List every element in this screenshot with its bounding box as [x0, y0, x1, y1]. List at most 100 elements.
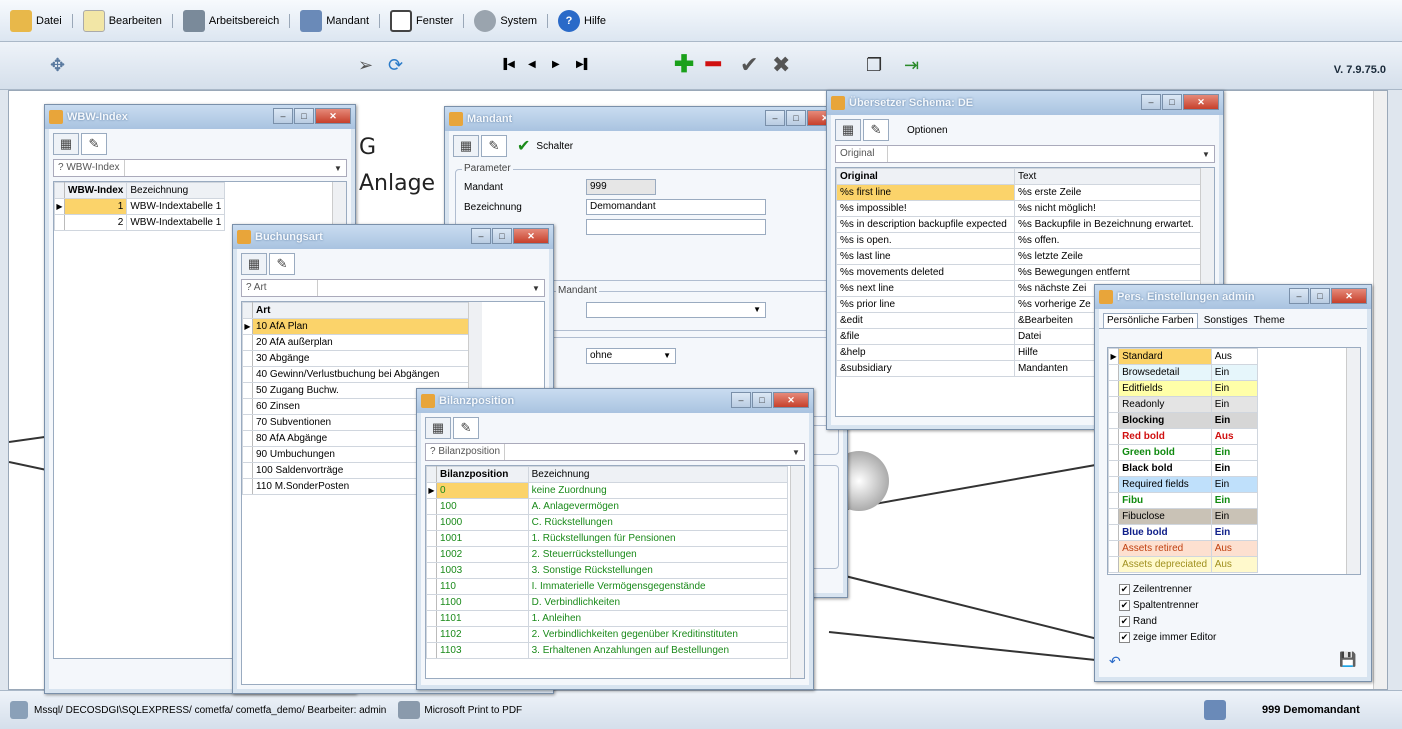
table-cell[interactable]: 1. Anleihen	[527, 610, 789, 627]
zeige-editor-checkbox[interactable]: ✔ zeige immer Editor	[1119, 629, 1216, 645]
close-button[interactable]: ✕	[315, 108, 351, 124]
table-cell[interactable]: Ein	[1210, 380, 1259, 397]
table-cell[interactable]: 10 AfA Plan	[252, 318, 472, 335]
column-header[interactable]: Bezeichnung	[126, 182, 226, 199]
undo-icon[interactable]: ↶	[1109, 653, 1121, 670]
column-header[interactable]: Text	[1013, 168, 1203, 185]
table-cell[interactable]: 3. Sonstige Rückstellungen	[527, 562, 789, 579]
tab-persoenliche-farben[interactable]: Persönliche Farben	[1103, 313, 1198, 328]
table-cell[interactable]: %s movements deleted	[836, 264, 1015, 281]
table-row[interactable]: 40 Gewinn/Verlustbuchung bei Abgängen	[242, 366, 472, 383]
table-row[interactable]: Required fields Ein	[1108, 476, 1259, 493]
table-cell[interactable]: &help	[836, 344, 1015, 361]
table-cell[interactable]: 0	[436, 482, 529, 499]
table-cell[interactable]: &file	[836, 328, 1015, 345]
table-cell[interactable]: Red bold	[1118, 428, 1212, 445]
maximize-button[interactable]: □	[786, 110, 806, 126]
mandant-titlebar[interactable]: Mandant – □ ✕	[445, 107, 847, 131]
workspace-scrollbar[interactable]	[1373, 91, 1387, 689]
table-cell[interactable]: Green bold	[1118, 444, 1212, 461]
table-cell[interactable]: Aus	[1210, 556, 1259, 573]
maximize-button[interactable]: □	[1162, 94, 1182, 110]
table-row[interactable]: %s in description backupfile expected %s …	[836, 216, 1203, 233]
exit-icon[interactable]: ⇥	[904, 54, 919, 76]
table-cell[interactable]: Fibu	[1118, 492, 1212, 509]
edit-view-icon[interactable]: ✎	[81, 133, 107, 155]
add-icon[interactable]: ✚	[674, 53, 694, 77]
pers-einstellungen-titlebar[interactable]: Pers. Einstellungen admin – □ ✕	[1095, 285, 1371, 309]
table-row[interactable]: ▶ Standard Aus	[1108, 348, 1259, 365]
column-header[interactable]: Bezeichnung	[527, 466, 789, 483]
minimize-button[interactable]: –	[1289, 288, 1309, 304]
cancel-icon[interactable]: ✖	[772, 54, 790, 76]
edit-view-icon[interactable]: ✎	[863, 119, 889, 141]
minimize-button[interactable]: –	[765, 110, 785, 126]
table-cell[interactable]: 2. Verbindlichkeiten gegenüber Kreditins…	[527, 626, 789, 643]
table-row[interactable]: %s last line %s letzte Zeile	[836, 248, 1203, 265]
dropdown-arrow-icon[interactable]: ▼	[1198, 150, 1214, 159]
checkbox-box[interactable]: ✔	[1119, 583, 1130, 595]
table-row[interactable]: Fibuclose Ein	[1108, 508, 1259, 525]
table-cell[interactable]: A. Anlagevermögen	[527, 498, 789, 515]
table-view-icon[interactable]: ▦	[241, 253, 267, 275]
table-cell[interactable]: Assets depreciated	[1118, 556, 1212, 573]
minimize-button[interactable]: –	[471, 228, 491, 244]
close-button[interactable]: ✕	[1183, 94, 1219, 110]
table-cell[interactable]: 1103	[436, 642, 529, 659]
wbw-filter[interactable]: ? WBW-Index ▼	[53, 159, 347, 177]
table-cell[interactable]: Aus	[1210, 348, 1259, 365]
edit-view-icon[interactable]: ✎	[481, 135, 507, 157]
table-row[interactable]: 110 I. Immaterielle Vermögensgegenstände	[426, 578, 789, 595]
edit-view-icon[interactable]: ✎	[453, 417, 479, 439]
table-cell[interactable]: Standard	[1118, 348, 1212, 365]
schalter-tab[interactable]: Schalter	[536, 141, 573, 152]
table-cell[interactable]: %s next line	[836, 280, 1015, 297]
last-record-icon[interactable]: ▶▌	[576, 54, 591, 76]
table-cell[interactable]: &edit	[836, 312, 1015, 329]
table-cell[interactable]: %s prior line	[836, 296, 1015, 313]
table-row[interactable]: Editfields Ein	[1108, 380, 1259, 397]
table-cell[interactable]: Browsedetail	[1118, 364, 1212, 381]
table-row[interactable]: Blocking Ein	[1108, 412, 1259, 429]
original-filter[interactable]: Original ▼	[835, 145, 1215, 163]
table-cell[interactable]: 20 AfA außerplan	[252, 334, 472, 351]
table-cell[interactable]: 1000	[436, 514, 529, 531]
first-record-icon[interactable]: ▐◀	[500, 54, 515, 76]
table-row[interactable]: %s movements deleted %s Bewegungen entfer…	[836, 264, 1203, 281]
table-cell[interactable]: Ein	[1210, 444, 1259, 461]
checkbox-box[interactable]: ✔	[1119, 615, 1130, 627]
grid-scrollbar[interactable]	[1346, 348, 1360, 574]
pin-icon[interactable]: ✥	[50, 54, 65, 76]
confirm-icon[interactable]: ✔	[740, 54, 758, 76]
rand-checkbox[interactable]: ✔ Rand	[1119, 613, 1216, 629]
table-row[interactable]: 30 Abgänge	[242, 350, 472, 367]
next-record-icon[interactable]: ▶	[552, 54, 560, 76]
table-cell[interactable]: %s nicht möglich!	[1013, 200, 1203, 217]
table-cell[interactable]: WBW-Indextabelle 1	[126, 198, 226, 215]
bezeichnung-field[interactable]: Demomandant	[586, 199, 766, 215]
art-filter[interactable]: ? Art ▼	[241, 279, 545, 297]
edit-view-icon[interactable]: ✎	[269, 253, 295, 275]
tab-sonstiges[interactable]: Sonstiges	[1204, 313, 1248, 328]
table-cell[interactable]: 2	[63, 214, 128, 231]
table-row[interactable]: 20 AfA außerplan	[242, 334, 472, 351]
dropdown-arrow-icon[interactable]: ▼	[788, 448, 804, 457]
table-cell[interactable]: %s first line	[836, 184, 1015, 201]
remove-icon[interactable]: ━	[706, 53, 720, 77]
table-cell[interactable]: %s in description backupfile expected	[836, 216, 1015, 233]
table-cell[interactable]: %s Backupfile in Bezeichnung erwartet.	[1013, 216, 1203, 233]
table-cell[interactable]: 1102	[436, 626, 529, 643]
optionen-tab[interactable]: Optionen	[907, 125, 948, 136]
table-cell[interactable]: Ein	[1210, 476, 1259, 493]
table-cell[interactable]: Ein	[1210, 412, 1259, 429]
close-button[interactable]: ✕	[513, 228, 549, 244]
table-row[interactable]: ▶ 10 AfA Plan	[242, 318, 472, 335]
bilanzposition-titlebar[interactable]: Bilanzposition – □ ✕	[417, 389, 813, 413]
column-header[interactable]: Art	[252, 302, 472, 319]
table-cell[interactable]: %s impossible!	[836, 200, 1015, 217]
column-header[interactable]: Bilanzposition	[436, 466, 529, 483]
table-cell[interactable]: %s Bewegungen entfernt	[1013, 264, 1203, 281]
table-cell[interactable]: &subsidiary	[836, 360, 1015, 377]
table-cell[interactable]: 110	[436, 578, 529, 595]
menu-hilfe[interactable]: ? Hilfe	[558, 9, 606, 32]
